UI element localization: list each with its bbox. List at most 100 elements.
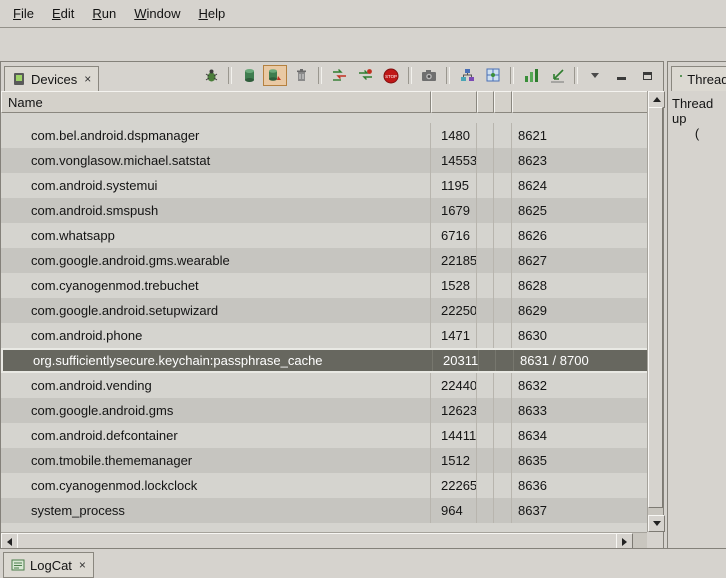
update-threads-button[interactable] [327, 65, 351, 86]
cell-port: 8632 [512, 373, 649, 398]
vertical-scrollbar-thumb[interactable] [648, 107, 663, 508]
table-row[interactable]: com.tmobile.thememanager15128635 [1, 448, 649, 473]
table-row-selected[interactable]: org.sufficientlysecure.keychain:passphra… [1, 348, 649, 373]
dump-hprof-icon [268, 68, 282, 83]
column-header-blank2[interactable] [494, 91, 512, 113]
table-row[interactable]: com.android.systemui11958624 [1, 173, 649, 198]
dump-hprof-button[interactable] [263, 65, 287, 86]
cell-blank1 [479, 350, 496, 371]
table-row[interactable]: com.android.defcontainer144118634 [1, 423, 649, 448]
table-row[interactable]: com.google.android.gms.wearable221858627 [1, 248, 649, 273]
update-heap-button[interactable] [237, 65, 261, 86]
cell-port: 8621 [512, 123, 649, 148]
cell-pid: 6716 [431, 223, 477, 248]
system-info-button[interactable] [519, 65, 543, 86]
cell-port: 8635 [512, 448, 649, 473]
partial-row-spacer [1, 113, 649, 123]
scroll-up-button[interactable] [648, 91, 665, 108]
menu-run[interactable]: Run [83, 2, 125, 25]
cell-blank2 [494, 198, 512, 223]
scroll-down-button[interactable] [648, 515, 665, 532]
logcat-bar: LogCat × [0, 548, 726, 577]
cell-pid: 1480 [431, 123, 477, 148]
minimize-button[interactable] [609, 65, 633, 86]
table-row[interactable]: com.vonglasow.michael.satstat145538623 [1, 148, 649, 173]
cell-port: 8633 [512, 398, 649, 423]
tab-devices[interactable]: Devices × [4, 66, 99, 91]
cell-name: com.whatsapp [1, 223, 431, 248]
update-heap-icon [243, 68, 256, 83]
cell-blank2 [494, 273, 512, 298]
scrollbar-corner [647, 532, 663, 548]
close-icon[interactable]: × [84, 72, 91, 86]
start-method-profiling-button[interactable] [353, 65, 377, 86]
stop-process-button[interactable]: STOP [379, 65, 403, 86]
view-menu-button[interactable] [583, 65, 607, 86]
cell-blank1 [477, 498, 494, 523]
table-row[interactable]: system_process9648637 [1, 498, 649, 523]
column-header-port[interactable] [512, 91, 649, 113]
screen-capture-button[interactable] [417, 65, 441, 86]
tab-threads[interactable]: Threads [671, 66, 726, 91]
cell-name: org.sufficientlysecure.keychain:passphra… [3, 350, 433, 371]
table-row[interactable]: com.bel.android.dspmanager14808621 [1, 123, 649, 148]
menu-file[interactable]: File [4, 2, 43, 25]
cell-blank2 [494, 373, 512, 398]
table-row[interactable]: com.cyanogenmod.lockclock222658636 [1, 473, 649, 498]
cell-blank2 [494, 323, 512, 348]
cell-name: com.cyanogenmod.lockclock [1, 473, 431, 498]
cell-name: com.android.systemui [1, 173, 431, 198]
column-header-name[interactable]: Name [1, 91, 431, 113]
table-row[interactable]: com.google.android.setupwizard222508629 [1, 298, 649, 323]
table-row[interactable]: com.android.vending224408632 [1, 373, 649, 398]
vertical-scrollbar[interactable] [647, 91, 663, 532]
cell-port: 8625 [512, 198, 649, 223]
threads-panel: Threads Thread up ( [667, 61, 726, 549]
cell-name: com.android.vending [1, 373, 431, 398]
cell-port: 8623 [512, 148, 649, 173]
logcat-tab-label: LogCat [30, 558, 72, 573]
cell-port: 8626 [512, 223, 649, 248]
table-row[interactable]: com.android.phone14718630 [1, 323, 649, 348]
cell-blank1 [477, 123, 494, 148]
cell-pid: 1528 [431, 273, 477, 298]
cell-blank1 [477, 223, 494, 248]
threads-icon [679, 72, 682, 86]
table-row[interactable]: com.whatsapp6716 8626 [1, 223, 649, 248]
device-icon [12, 72, 26, 86]
menu-edit[interactable]: Edit [43, 2, 83, 25]
arrow-left-icon [7, 538, 12, 546]
cell-blank2 [496, 350, 514, 371]
column-header-pid[interactable] [431, 91, 477, 113]
cell-port: 8629 [512, 298, 649, 323]
table-row[interactable]: com.cyanogenmod.trebuchet15288628 [1, 273, 649, 298]
table-row[interactable]: com.android.smspush16798625 [1, 198, 649, 223]
arrow-down-icon [653, 521, 661, 526]
menu-help[interactable]: Help [189, 2, 234, 25]
menu-window[interactable]: Window [125, 2, 189, 25]
update-threads-icon [332, 68, 347, 83]
screen-capture-camera-icon [421, 69, 437, 82]
debug-button[interactable] [199, 65, 223, 86]
table-row[interactable]: com.google.android.gms126238633 [1, 398, 649, 423]
cell-name: com.android.phone [1, 323, 431, 348]
cell-port: 8636 [512, 473, 649, 498]
start-tracing-arrow-icon [550, 68, 565, 83]
close-icon[interactable]: × [79, 558, 86, 572]
cell-blank1 [477, 323, 494, 348]
pixel-perfect-button[interactable] [481, 65, 505, 86]
start-tracing-button[interactable] [545, 65, 569, 86]
tab-logcat[interactable]: LogCat × [3, 552, 94, 578]
horizontal-scrollbar[interactable] [1, 532, 649, 548]
cause-gc-button[interactable] [289, 65, 313, 86]
cell-name: com.cyanogenmod.trebuchet [1, 273, 431, 298]
threads-tabbar: Threads [668, 62, 726, 92]
maximize-button[interactable] [635, 65, 659, 86]
threads-body: Thread up ( [668, 91, 726, 548]
cell-pid: 12623 [431, 398, 477, 423]
column-header-blank1[interactable] [477, 91, 494, 113]
menubar: FileEditRunWindowHelp [0, 0, 726, 28]
cell-pid: 964 [431, 498, 477, 523]
hierarchy-view-button[interactable] [455, 65, 479, 86]
system-info-columns-icon [524, 68, 539, 83]
